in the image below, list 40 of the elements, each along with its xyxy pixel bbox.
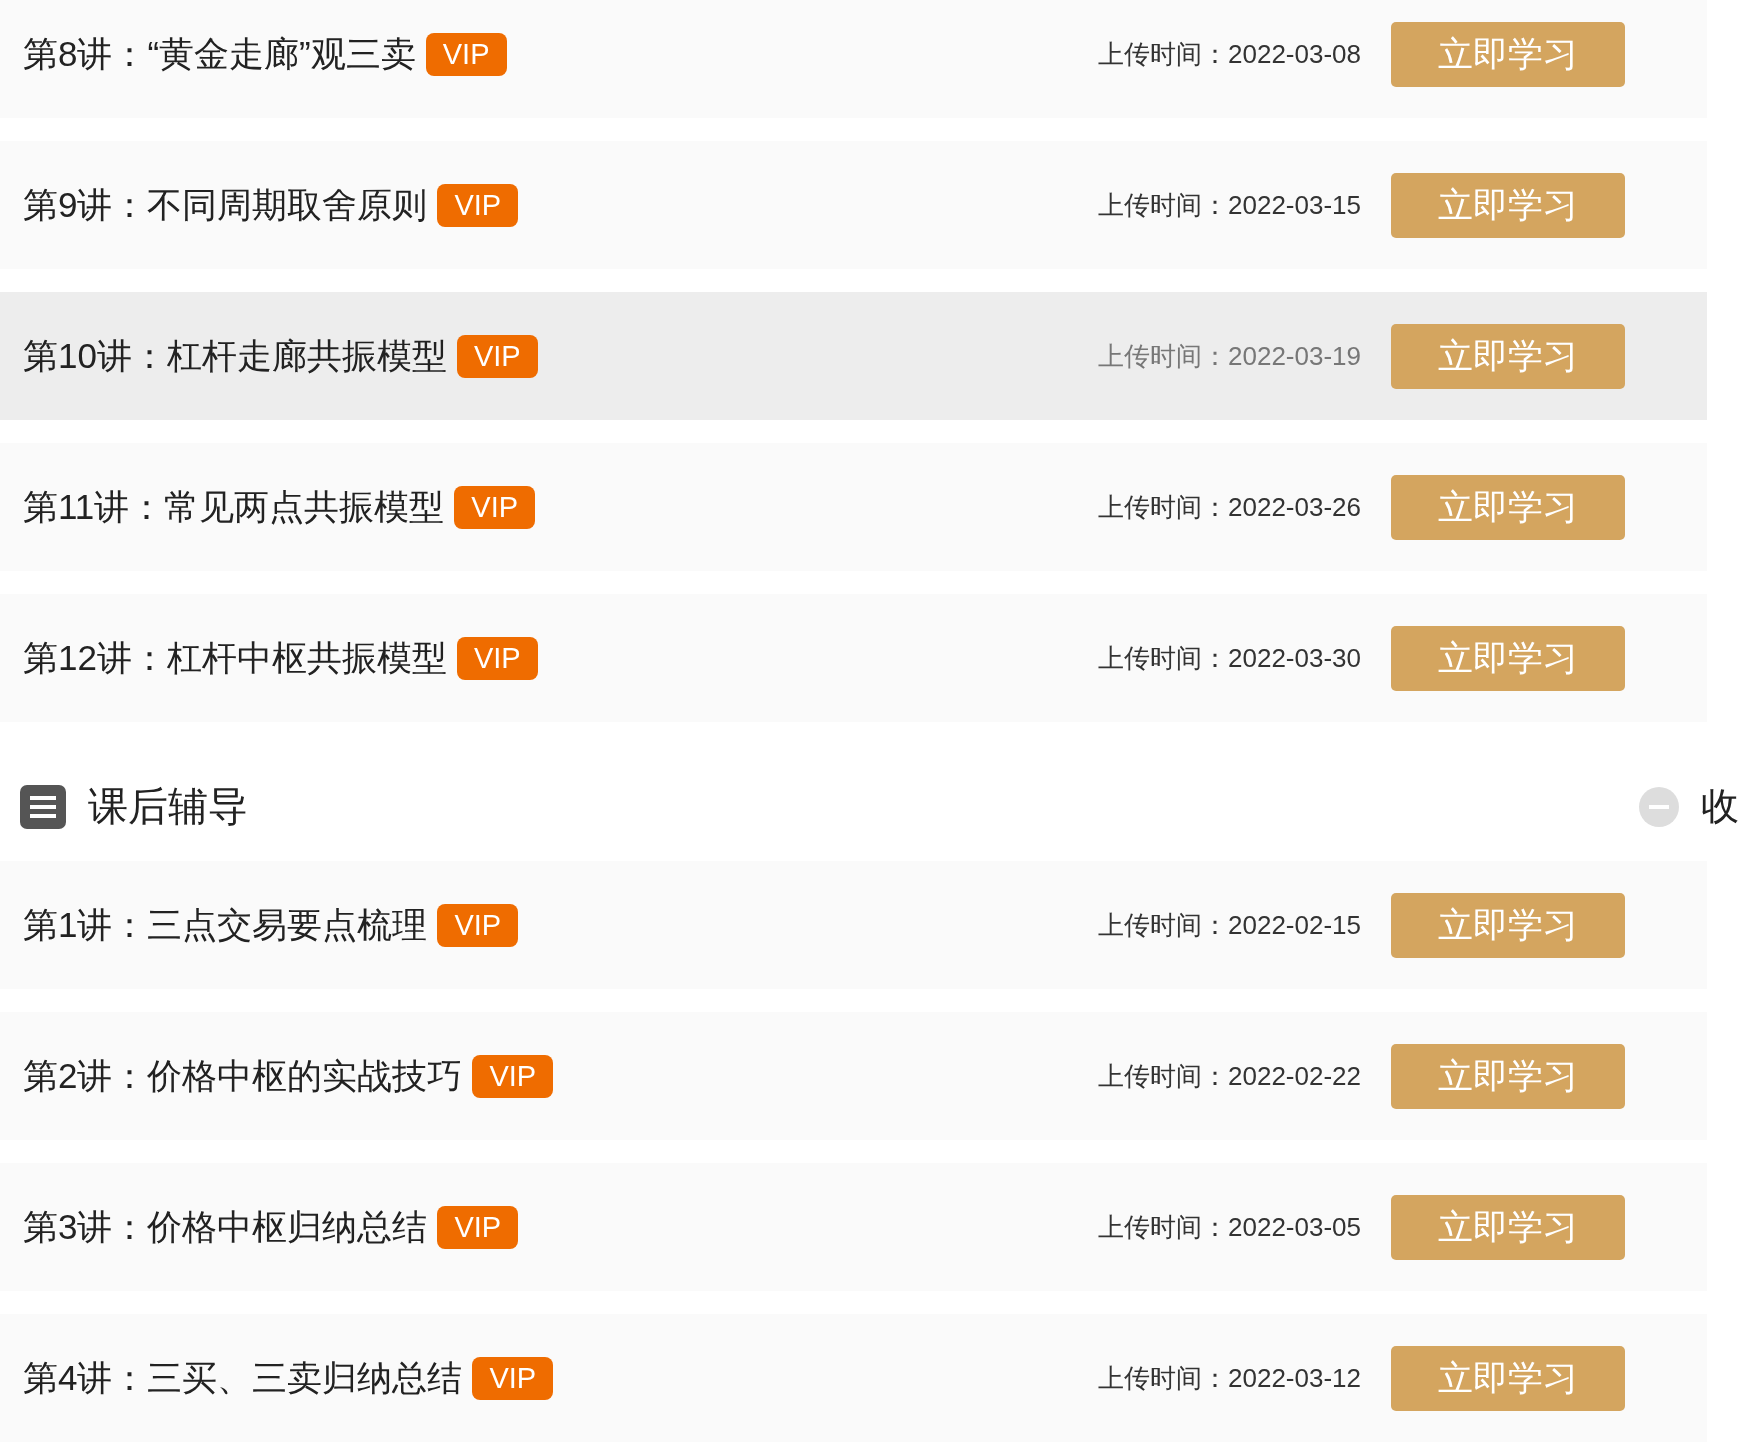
lesson-title: 第10讲：杠杆走廊共振模型 [23,334,447,377]
upload-date: 上传时间：2022-03-05 [1098,1210,1361,1244]
collapse-label[interactable]: 收 [1701,781,1739,832]
lesson-row[interactable]: 第12讲：杠杆中枢共振模型 VIP 上传时间：2022-03-30 立即学习 [0,594,1707,722]
lesson-row[interactable]: 第11讲：常见两点共振模型 VIP 上传时间：2022-03-26 立即学习 [0,443,1707,571]
lesson-title: 第1讲：三点交易要点梳理 [23,903,428,946]
section-title: 课后辅导 [88,783,248,830]
lesson-row[interactable]: 第9讲：不同周期取舍原则 VIP 上传时间：2022-03-15 立即学习 [0,141,1707,269]
upload-date: 上传时间：2022-03-30 [1098,641,1361,675]
upload-date: 上传时间：2022-03-12 [1098,1361,1361,1395]
lesson-title: 第4讲：三买、三卖归纳总结 [23,1356,463,1399]
lesson-row[interactable]: 第4讲：三买、三卖归纳总结 VIP 上传时间：2022-03-12 立即学习 [0,1314,1707,1442]
vip-badge: VIP [472,1054,554,1098]
upload-date: 上传时间：2022-02-15 [1098,908,1361,942]
upload-date: 上传时间：2022-03-08 [1098,37,1361,71]
vip-badge: VIP [456,636,538,680]
upload-date: 上传时间：2022-03-19 [1098,339,1361,373]
lesson-title: 第12讲：杠杆中枢共振模型 [23,636,447,679]
collapse-icon[interactable] [1638,785,1680,828]
vip-badge: VIP [437,903,519,947]
vip-badge: VIP [437,183,519,227]
vip-badge: VIP [454,485,536,529]
vip-badge: VIP [456,334,538,378]
upload-date: 上传时间：2022-02-22 [1098,1059,1361,1093]
lesson-row[interactable]: 第10讲：杠杆走廊共振模型 VIP 上传时间：2022-03-19 立即学习 [0,292,1707,420]
list-icon [20,784,66,829]
lesson-title: 第2讲：价格中枢的实战技巧 [23,1054,463,1097]
lesson-title: 第11讲：常见两点共振模型 [23,485,445,528]
lesson-row[interactable]: 第2讲：价格中枢的实战技巧 VIP 上传时间：2022-02-22 立即学习 [0,1012,1707,1140]
lesson-title: 第3讲：价格中枢归纳总结 [23,1205,428,1248]
lesson-row[interactable]: 第3讲：价格中枢归纳总结 VIP 上传时间：2022-03-05 立即学习 [0,1163,1707,1291]
vip-badge: VIP [472,1356,554,1400]
lesson-title: 第8讲：“黄金走廊”观三卖 [23,32,416,75]
lesson-row[interactable]: 第1讲：三点交易要点梳理 VIP 上传时间：2022-02-15 立即学习 [0,861,1707,989]
upload-date: 上传时间：2022-03-15 [1098,188,1361,222]
upload-date: 上传时间：2022-03-26 [1098,490,1361,524]
vip-badge: VIP [437,1205,519,1249]
vip-badge: VIP [425,32,507,76]
lesson-row[interactable]: 第8讲：“黄金走廊”观三卖 VIP 上传时间：2022-03-08 立即学习 [0,0,1707,118]
lesson-title: 第9讲：不同周期取舍原则 [23,183,428,226]
